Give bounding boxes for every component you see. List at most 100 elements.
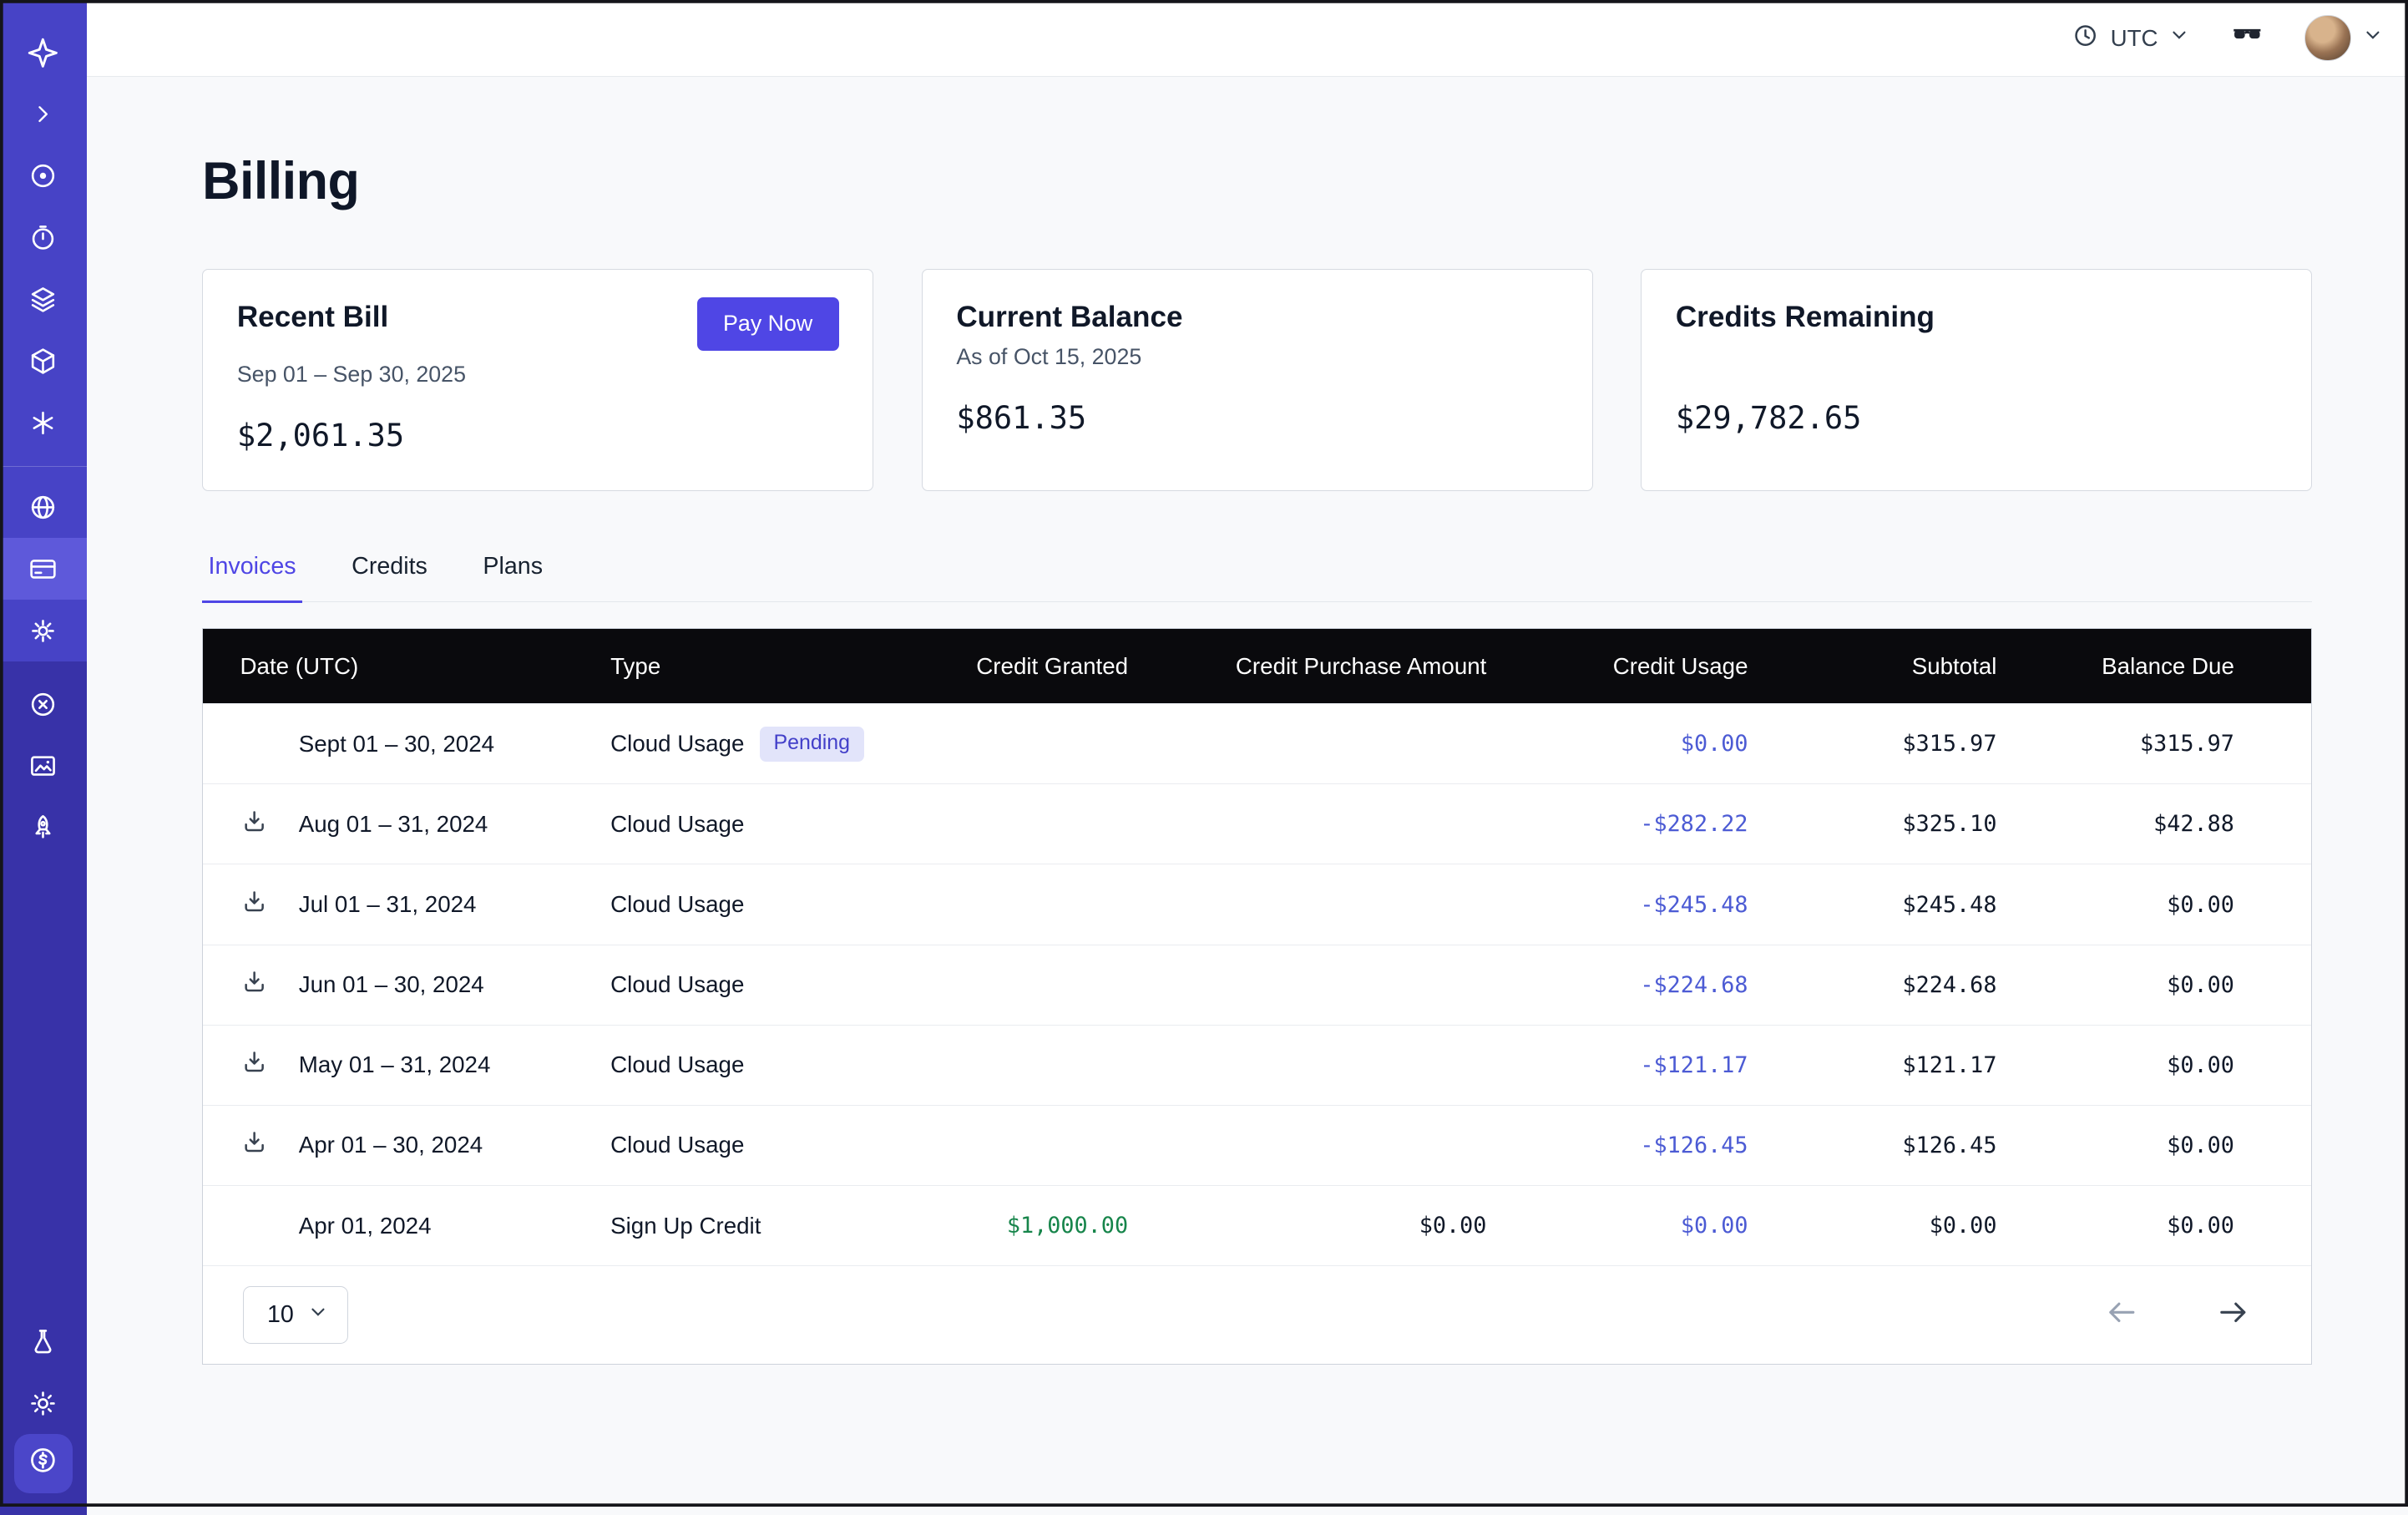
card-title: Credits Remaining bbox=[1676, 301, 1935, 334]
sidebar-item-images[interactable] bbox=[0, 736, 87, 798]
sidebar-item-billing-shortcut[interactable] bbox=[14, 1434, 73, 1492]
sidebar-item-theme[interactable] bbox=[0, 1373, 87, 1435]
table-row: Apr 01, 2024 Sign Up Credit $1,000.00 $0… bbox=[203, 1185, 2311, 1265]
col-header-type: Type bbox=[589, 653, 943, 680]
credit-purchase: $0.00 bbox=[1150, 1213, 1508, 1239]
download-icon bbox=[240, 1128, 268, 1162]
sidebar-item-launch[interactable] bbox=[0, 798, 87, 859]
previous-page-button[interactable] bbox=[2102, 1292, 2142, 1338]
timezone-label: UTC bbox=[2111, 25, 2158, 52]
balance-due: $0.00 bbox=[2018, 1132, 2311, 1158]
invoice-type: Cloud Usage bbox=[589, 811, 943, 838]
sidebar-item-expand[interactable] bbox=[0, 84, 87, 145]
layers-icon bbox=[28, 284, 58, 315]
sidebar-item-globe[interactable] bbox=[0, 476, 87, 538]
tab-invoices[interactable]: Invoices bbox=[202, 544, 302, 603]
table-row: May 01 – 31, 2024 Cloud Usage -$121.17 $… bbox=[203, 1025, 2311, 1105]
sidebar-item-radar[interactable] bbox=[0, 145, 87, 207]
credit-card-icon bbox=[28, 554, 58, 585]
pay-now-button[interactable]: Pay Now bbox=[697, 297, 839, 351]
subtotal: $121.17 bbox=[1769, 1052, 2018, 1078]
invoice-date: Apr 01 – 30, 2024 bbox=[299, 1132, 483, 1158]
topbar: UTC bbox=[87, 0, 2408, 77]
table-footer: 10 bbox=[203, 1265, 2311, 1364]
timezone-selector[interactable]: UTC bbox=[2072, 22, 2190, 55]
table-row: Jun 01 – 30, 2024 Cloud Usage -$224.68 $… bbox=[203, 945, 2311, 1025]
sidebar-divider bbox=[0, 466, 87, 467]
invoice-date: Apr 01, 2024 bbox=[299, 1213, 432, 1239]
sidebar-item-billing[interactable] bbox=[0, 538, 87, 600]
col-header-date: Date (UTC) bbox=[203, 653, 589, 680]
image-icon bbox=[28, 751, 58, 782]
subtotal: $325.10 bbox=[1769, 811, 2018, 837]
chevron-down-icon bbox=[307, 1301, 329, 1330]
credit-usage: -$224.68 bbox=[1508, 972, 1769, 998]
table-row: Jul 01 – 31, 2024 Cloud Usage -$245.48 $… bbox=[203, 864, 2311, 944]
radar-icon bbox=[28, 160, 58, 191]
rocket-icon bbox=[28, 813, 58, 844]
card-amount: $861.35 bbox=[956, 400, 1558, 436]
balance-due: $315.97 bbox=[2018, 731, 2311, 757]
dollar-circle-icon bbox=[27, 1444, 59, 1483]
credit-granted: $1,000.00 bbox=[943, 1213, 1149, 1239]
subtotal: $0.00 bbox=[1769, 1213, 2018, 1239]
download-icon bbox=[240, 1048, 268, 1082]
invoice-type: Cloud Usage bbox=[589, 891, 943, 918]
user-menu[interactable] bbox=[2304, 15, 2383, 61]
main-column: UTC Billing Recent Bill Pay Now Sep 01 –… bbox=[87, 0, 2408, 1515]
next-page-button[interactable] bbox=[2213, 1292, 2253, 1338]
asterisk-icon bbox=[28, 408, 58, 438]
download-invoice-button[interactable] bbox=[240, 1128, 268, 1162]
download-invoice-button[interactable] bbox=[240, 888, 268, 921]
billing-page: Billing Recent Bill Pay Now Sep 01 – Sep… bbox=[87, 77, 2408, 1514]
page-size-select[interactable]: 10 bbox=[243, 1286, 348, 1344]
globe-icon bbox=[28, 492, 58, 523]
credit-usage: -$245.48 bbox=[1508, 892, 1769, 918]
credit-usage: -$121.17 bbox=[1508, 1052, 1769, 1078]
sidebar-item-layers[interactable] bbox=[0, 269, 87, 331]
col-header-credit-purchase: Credit Purchase Amount bbox=[1150, 653, 1508, 680]
subtotal: $126.45 bbox=[1769, 1132, 2018, 1158]
col-header-credit-granted: Credit Granted bbox=[943, 653, 1149, 680]
download-invoice-button[interactable] bbox=[240, 808, 268, 841]
credit-usage: $0.00 bbox=[1508, 1213, 1769, 1239]
chevron-down-icon bbox=[2362, 24, 2384, 53]
page-size-value: 10 bbox=[267, 1301, 294, 1329]
sidebar-item-labs[interactable] bbox=[0, 1311, 87, 1373]
chevron-down-icon bbox=[2168, 24, 2190, 52]
invoices-table: Date (UTC) Type Credit Granted Credit Pu… bbox=[202, 628, 2312, 1365]
download-invoice-button[interactable] bbox=[240, 1048, 268, 1082]
sidebar-item-settings[interactable] bbox=[0, 600, 87, 661]
sun-icon bbox=[28, 1388, 58, 1419]
recent-bill-card: Recent Bill Pay Now Sep 01 – Sep 30, 202… bbox=[202, 269, 873, 491]
tab-plans[interactable]: Plans bbox=[477, 544, 549, 603]
invoice-type: Cloud Usage bbox=[589, 971, 943, 998]
balance-due: $0.00 bbox=[2018, 972, 2311, 998]
goggles-button[interactable] bbox=[2230, 18, 2264, 58]
sidebar-spacer bbox=[0, 859, 87, 1311]
balance-due: $0.00 bbox=[2018, 892, 2311, 918]
col-header-subtotal: Subtotal bbox=[1769, 653, 2018, 680]
sidebar-top-section bbox=[0, 0, 87, 661]
sidebar-item-support[interactable] bbox=[0, 674, 87, 736]
card-amount: $2,061.35 bbox=[237, 418, 839, 453]
tab-credits[interactable]: Credits bbox=[346, 544, 434, 603]
download-invoice-button[interactable] bbox=[240, 968, 268, 1001]
logo-sparkle-icon bbox=[26, 36, 60, 70]
sidebar-item-asterisk[interactable] bbox=[0, 393, 87, 454]
subtotal: $224.68 bbox=[1769, 972, 2018, 998]
status-badge: Pending bbox=[760, 727, 864, 762]
page-title: Billing bbox=[202, 151, 2312, 211]
invoice-date: Sept 01 – 30, 2024 bbox=[299, 731, 494, 758]
clock-icon bbox=[2072, 22, 2099, 55]
sidebar-item-cube[interactable] bbox=[0, 331, 87, 393]
sidebar-item-stopwatch[interactable] bbox=[0, 207, 87, 269]
invoice-date: Aug 01 – 31, 2024 bbox=[299, 811, 488, 838]
table-row: Aug 01 – 31, 2024 Cloud Usage -$282.22 $… bbox=[203, 783, 2311, 864]
credits-remaining-card: Credits Remaining $29,782.65 bbox=[1641, 269, 2312, 491]
card-title: Current Balance bbox=[956, 301, 1182, 334]
chevron-right-icon bbox=[29, 100, 57, 128]
sidebar-bottom-section bbox=[0, 661, 87, 1514]
sidebar bbox=[0, 0, 87, 1515]
sidebar-logo[interactable] bbox=[0, 22, 87, 84]
